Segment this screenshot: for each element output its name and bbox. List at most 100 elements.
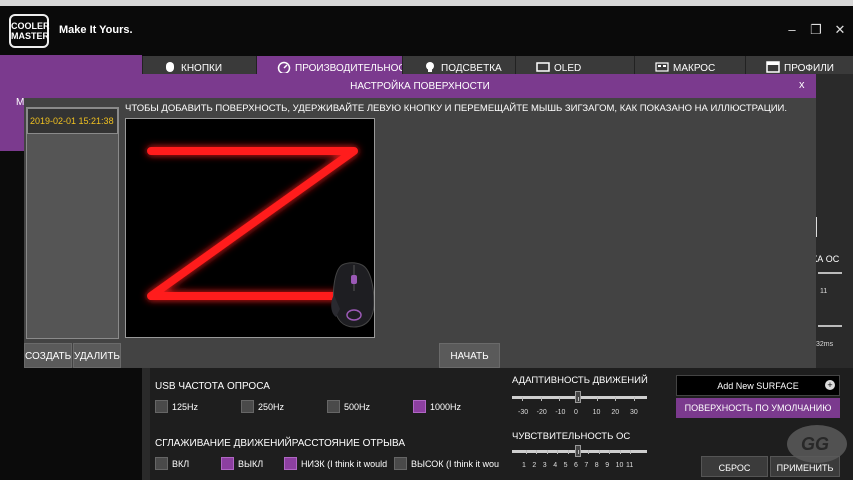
delete-button[interactable]: УДАЛИТЬ (73, 343, 121, 368)
tab-label: ПРОФИЛИ (784, 63, 834, 74)
slider-tick-mark (559, 397, 561, 401)
usb-title: ЧАСТОТА ОПРОСА (175, 381, 270, 392)
default-surface-button[interactable]: ПОВЕРХНОСТЬ ПО УМОЛЧАНИЮ (676, 398, 840, 418)
label-500hz: 500Hz (344, 402, 371, 412)
checkbox-liftoff-low[interactable] (284, 457, 297, 470)
top-line (0, 0, 853, 6)
ms-value: 32ms (816, 341, 834, 348)
dialog-title: НАСТРОЙКА ПОВЕРХНОСТИ (350, 81, 490, 92)
slider-tick-label: 4 (553, 462, 558, 469)
reset-button[interactable]: СБРОС (701, 456, 768, 477)
plus-icon: + (825, 380, 835, 390)
surface-list-item[interactable]: 2019-02-01 15:21:38 (27, 108, 118, 134)
watermark-text: GG (801, 434, 830, 454)
slider-tick-mark (546, 450, 548, 454)
label-1000hz: 1000Hz (430, 402, 462, 412)
slider-tick-mark (609, 450, 611, 454)
tab-label: МАКРОС (673, 63, 716, 74)
add-surface-button[interactable]: Add New SURFACE + (676, 375, 840, 396)
checkbox-smoothing-on[interactable] (155, 457, 168, 470)
dialog-instruction: ЧТОБЫ ДОБАВИТЬ ПОВЕРХНОСТЬ, УДЕРЖИВАЙТЕ … (125, 103, 788, 114)
zigzag-illustration (125, 118, 375, 338)
slider-tick-mark (578, 450, 579, 454)
slider-tick-label: 9 (605, 462, 610, 469)
logo-text-2: MASTER (11, 31, 49, 41)
slider-tick-label: 3 (542, 462, 547, 469)
dialog-header: НАСТРОЙКА ПОВЕРХНОСТИ x (24, 74, 816, 98)
surface-list: 2019-02-01 15:21:38 (26, 107, 119, 339)
tab-bar: КНОПКИ ПРОИЗВОДИТЕЛЬНОСТЬ ПОДСВЕТКА OLED… (142, 56, 853, 80)
checkbox-125hz[interactable] (155, 400, 168, 413)
slider-tick-mark (522, 397, 523, 401)
slider-tick-mark (619, 450, 621, 454)
tab-label: ПРОИЗВОДИТЕЛЬНОСТЬ (295, 63, 402, 74)
create-button[interactable]: СОЗДАТЬ (24, 343, 72, 368)
add-surface-label: Add New SURFACE (717, 381, 799, 391)
tab-label: ПОДСВЕТКА (441, 63, 502, 74)
title-bar: COOLER MASTER Make It Yours. – ❐ ✕ (0, 0, 853, 58)
slider-tick-label: -10 (555, 409, 566, 416)
checkbox-liftoff-high[interactable] (394, 457, 407, 470)
slider-tick-label: 30 (630, 409, 638, 416)
cooler-master-logo: COOLER MASTER (9, 14, 50, 48)
slider-tick-mark (567, 450, 569, 454)
macro-icon (655, 62, 669, 72)
slider-tick-label: 1 (522, 462, 526, 469)
slider-tick-label: -30 (518, 409, 529, 416)
label-smoothing-on: ВКЛ (172, 459, 190, 469)
profile-icon (766, 61, 780, 73)
label-125hz: 125Hz (172, 402, 199, 412)
slider-tick-label: 8 (594, 462, 599, 469)
slider-tick-mark (596, 397, 598, 401)
start-button[interactable]: НАЧАТЬ (439, 343, 500, 368)
slider-tick-label: 6 (574, 462, 578, 469)
close-button[interactable]: ✕ (831, 22, 849, 38)
slider-tick-mark (634, 397, 635, 401)
oled-icon (536, 62, 550, 72)
os-sensitivity-label-partial: КА ОС (812, 254, 840, 264)
slider-tick-label: 7 (584, 462, 589, 469)
label-liftoff-high: ВЫСОК (I think it wou (411, 459, 499, 469)
usb-polling-title: USB ЧАСТОТА ОПРОСА (155, 381, 270, 392)
checkbox-250hz[interactable] (241, 400, 254, 413)
label-smoothing-off: ВЫКЛ (238, 459, 264, 469)
adaptive-title: АДАПТИВНОСТЬ ДВИЖЕНИЙ (512, 375, 648, 386)
checkbox-smoothing-off[interactable] (221, 457, 234, 470)
zigzag-icon (147, 147, 374, 328)
label-liftoff-low: НИЗК (I think it would (301, 459, 388, 469)
slider-tick-label: 5 (563, 462, 568, 469)
bulb-icon (426, 62, 434, 72)
mouse-illustration (331, 262, 374, 328)
dialog-close-button[interactable]: x (799, 79, 805, 91)
speedometer-icon (277, 61, 291, 73)
sensitivity-title: ЧУВСТВИТЕЛЬНОСТЬ ОС (512, 431, 631, 442)
slider-tick-label: -20 (536, 409, 547, 416)
slider-track[interactable] (818, 272, 842, 274)
slider-tick-mark (615, 397, 617, 401)
maximize-button[interactable]: ❐ (807, 22, 825, 38)
slider-tick-label: 10 (592, 409, 601, 416)
liftoff-label: РАССТОЯНИЕ ОТРЫВА (291, 438, 406, 449)
slider-tick-mark (598, 450, 600, 454)
slider-tick-label: 20 (611, 409, 620, 416)
checkbox-1000hz[interactable] (413, 400, 426, 413)
logo-text-1: COOLER (11, 21, 50, 31)
slider-tick-label: 0 (574, 409, 578, 416)
mouse-icon (166, 62, 174, 72)
slider-tick-mark (588, 450, 590, 454)
slogan: Make It Yours. (59, 24, 133, 36)
slider-tick-mark (526, 450, 527, 454)
surface-setup-dialog: НАСТРОЙКА ПОВЕРХНОСТИ x 2019-02-01 15:21… (24, 74, 816, 368)
slider-end-label: 11 (820, 288, 828, 295)
slider-tick-mark (536, 450, 538, 454)
checkbox-500hz[interactable] (327, 400, 340, 413)
slider-tick-label: 10 (615, 462, 624, 469)
smoothing-title: СГЛАЖИВАНИЕ ДВИЖЕНИЙРАССТОЯНИЕ ОТРЫВА (155, 438, 405, 449)
slider-tick-mark (557, 450, 559, 454)
slider-tick-label: 11 (626, 462, 634, 469)
minimize-button[interactable]: – (783, 22, 801, 37)
tab-label: КНОПКИ (181, 63, 223, 74)
usb-prefix: USB (155, 381, 176, 392)
slider-track[interactable] (818, 325, 842, 327)
slider-tick-mark (578, 397, 579, 401)
